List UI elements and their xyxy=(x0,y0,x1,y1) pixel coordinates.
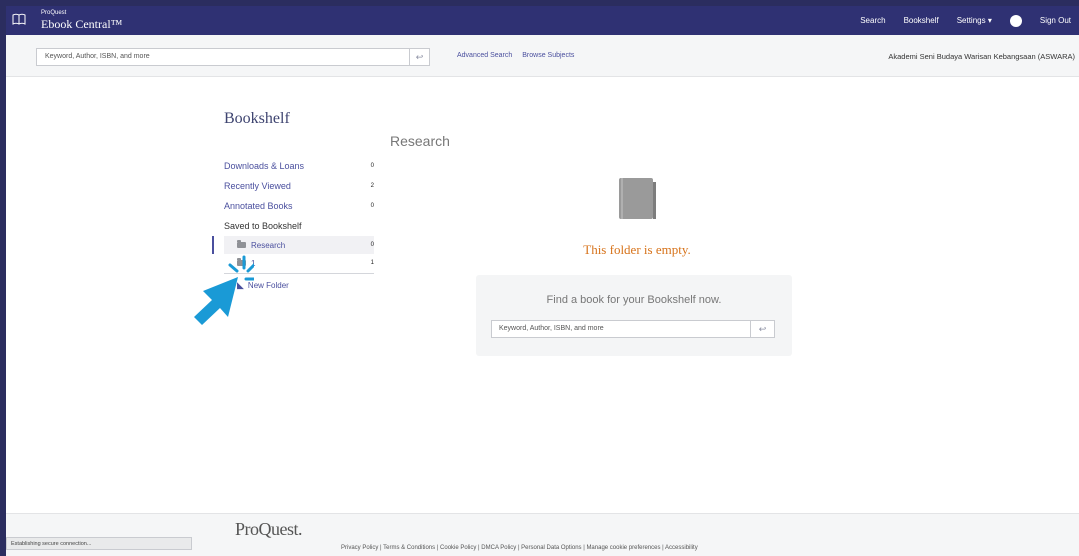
nav-search[interactable]: Search xyxy=(860,16,885,25)
folder-icon xyxy=(237,240,246,248)
saved-heading-label: Saved to Bookshelf xyxy=(224,221,302,231)
footer-links[interactable]: Privacy Policy | Terms & Conditions | Co… xyxy=(341,545,698,551)
brand-company[interactable]: ProQuest xyxy=(41,10,66,16)
nav-bookshelf[interactable]: Bookshelf xyxy=(904,16,939,25)
find-book-panel: Find a book for your Bookshelf now. Keyw… xyxy=(476,275,792,356)
find-book-input[interactable]: Keyword, Author, ISBN, and more xyxy=(491,320,751,338)
empty-message: This folder is empty. xyxy=(583,242,691,257)
nav-sign-out[interactable]: Sign Out xyxy=(1040,16,1071,25)
click-pointer-icon xyxy=(194,255,254,325)
sidebar-item-label: Annotated Books xyxy=(224,201,293,211)
sidebar-item-label: Downloads & Loans xyxy=(224,161,305,171)
enter-icon[interactable]: ↩ xyxy=(409,48,430,66)
folder-count: 0 xyxy=(370,242,374,248)
folder-label: Research xyxy=(251,240,286,250)
browser-status-bar: Establishing secure connection... xyxy=(6,537,192,550)
search-input[interactable]: Keyword, Author, ISBN, and more xyxy=(36,48,415,66)
new-folder-label: New Folder xyxy=(247,280,289,290)
page-title: Bookshelf xyxy=(224,110,290,127)
nav-settings[interactable]: Settings ▾ xyxy=(957,16,992,25)
institution-name: Akademi Seni Budaya Warisan Kebangsaan (… xyxy=(888,52,1075,61)
footer-logo[interactable]: ProQuest. xyxy=(235,519,303,540)
empty-state: This folder is empty. xyxy=(476,6,798,306)
sidebar-item-downloads-loans[interactable]: Downloads & Loans 0 xyxy=(224,156,374,176)
sidebar-item-count: 2 xyxy=(370,183,374,189)
browser-viewport: ProQuest Ebook Central™ Search Bookshelf… xyxy=(6,6,1079,556)
sidebar-item-count: 0 xyxy=(370,163,374,169)
sidebar-item-annotated-books[interactable]: Annotated Books 0 xyxy=(224,196,374,216)
sidebar-item-label: Recently Viewed xyxy=(224,181,291,191)
brand-product[interactable]: Ebook Central™ xyxy=(41,17,122,32)
find-book-title: Find a book for your Bookshelf now. xyxy=(546,294,722,306)
top-nav-links: Search Bookshelf Settings ▾ ? Sign Out xyxy=(860,6,1071,35)
folder-item-research[interactable]: Research 0 xyxy=(212,236,374,254)
folder-title: Research xyxy=(390,133,450,149)
help-icon[interactable]: ? xyxy=(1009,14,1022,27)
open-book-icon[interactable] xyxy=(12,13,26,25)
sidebar-item-count: 0 xyxy=(370,203,374,209)
sidebar-item-recently-viewed[interactable]: Recently Viewed 2 xyxy=(224,176,374,196)
folder-count: 1 xyxy=(370,260,374,266)
enter-icon[interactable]: ↩ xyxy=(750,320,775,338)
saved-to-bookshelf-heading: Saved to Bookshelf xyxy=(224,216,374,236)
